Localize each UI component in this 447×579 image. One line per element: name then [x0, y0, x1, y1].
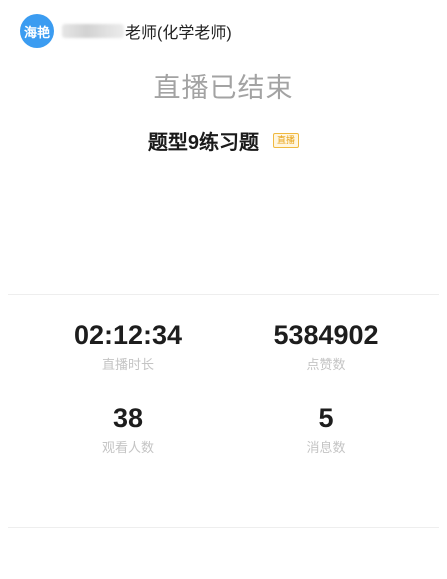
- live-ended-title: 直播已结束: [153, 73, 294, 103]
- lesson-title: 题型9练习题: [147, 132, 260, 154]
- stat-likes: 5384902 点赞数: [226, 319, 426, 373]
- stat-value: 5: [318, 403, 334, 433]
- stat-viewers: 38 观看人数: [28, 402, 228, 456]
- stat-label: 观看人数: [101, 440, 154, 455]
- stat-value: 02:12:34: [73, 320, 183, 350]
- stat-label: 直播时长: [101, 357, 154, 372]
- stat-value: 5384902: [273, 320, 379, 350]
- stat-messages: 5 消息数: [226, 402, 426, 456]
- divider-bottom: [8, 527, 439, 528]
- teacher-header: 海艳 老师(化学老师): [20, 14, 232, 48]
- blurred-name-redaction: [62, 24, 124, 38]
- live-badge: 直播: [273, 133, 300, 148]
- divider-top: [8, 294, 439, 295]
- teacher-name: 老师(化学老师): [125, 25, 232, 42]
- stat-label: 消息数: [306, 440, 346, 455]
- stat-value: 38: [112, 403, 144, 433]
- stat-label: 点赞数: [306, 357, 346, 372]
- teacher-avatar[interactable]: 海艳: [20, 14, 54, 48]
- stat-live-duration: 02:12:34 直播时长: [28, 319, 228, 373]
- lesson-info: 题型9练习题 直播: [0, 126, 447, 155]
